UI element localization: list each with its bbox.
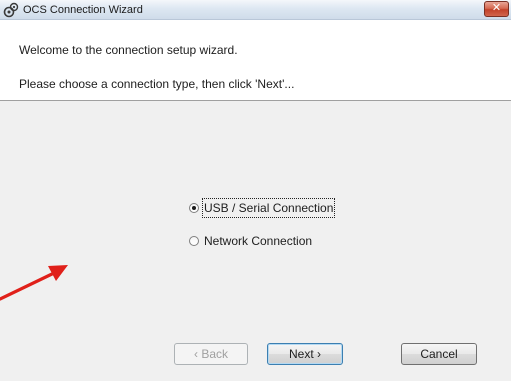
- wizard-header: Welcome to the connection setup wizard. …: [0, 21, 511, 101]
- welcome-text: Welcome to the connection setup wizard.: [19, 43, 238, 57]
- radio-button-unselected[interactable]: [189, 236, 199, 246]
- network-label[interactable]: Network Connection: [204, 233, 312, 249]
- next-button[interactable]: Next ›: [267, 343, 343, 365]
- title-bar[interactable]: OCS Connection Wizard ✕: [0, 0, 511, 20]
- instruction-text: Please choose a connection type, then cl…: [19, 77, 295, 91]
- radio-button-selected[interactable]: [189, 203, 199, 213]
- close-button[interactable]: ✕: [484, 1, 509, 17]
- connection-gear-icon: [3, 2, 19, 18]
- radio-dot: [192, 206, 196, 210]
- usb-serial-label[interactable]: USB / Serial Connection: [201, 198, 336, 218]
- back-button[interactable]: ‹ Back: [174, 343, 248, 365]
- network-radio[interactable]: Network Connection: [189, 233, 349, 249]
- annotation-arrow-icon: [0, 265, 68, 301]
- usb-serial-radio[interactable]: USB / Serial Connection: [189, 198, 349, 218]
- window-title: OCS Connection Wizard: [23, 4, 143, 16]
- cancel-button[interactable]: Cancel: [401, 343, 477, 365]
